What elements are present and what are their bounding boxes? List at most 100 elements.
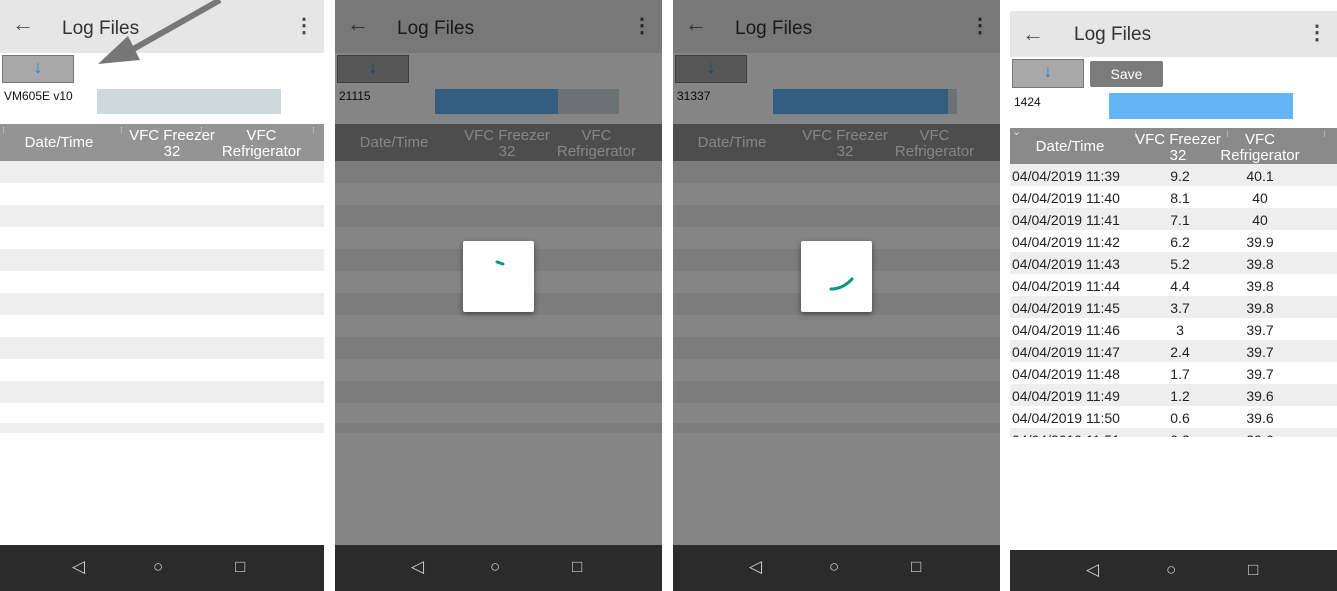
cell-refrigerator: 39.6 [1246, 410, 1274, 426]
overflow-menu-icon[interactable]: ⋮ [1307, 23, 1327, 43]
device-label: 1424 [1014, 95, 1041, 109]
empty-row [0, 337, 324, 359]
empty-row [0, 249, 324, 271]
column-header-refrigerator[interactable]: VFC Refrigerator [1210, 132, 1310, 164]
phone-screen-4: ← Log Files ⋮ ↓ Save 1424 ⌄ Date/Time ⁝ … [1010, 11, 1337, 591]
download-arrow-icon: ↓ [1043, 61, 1053, 81]
phone-screen-1: ← Log Files ⋮ ↓ VM605E v10 ⁝ Date/Time ⁝… [0, 0, 324, 591]
table-row[interactable]: 04/04/2019 11:43 5.2 39.8 [1010, 252, 1337, 274]
cell-refrigerator: 40 [1252, 212, 1268, 228]
table-row[interactable]: 04/04/2019 11:49 1.2 39.6 [1010, 384, 1337, 406]
empty-row [0, 423, 324, 433]
back-arrow-icon[interactable]: ← [1022, 22, 1044, 46]
system-nav-bar: ◁ ○ □ [335, 545, 662, 591]
table-row[interactable]: 04/04/2019 11:40 8.1 40 [1010, 186, 1337, 208]
table-header: ⁝ Date/Time ⁝ VFC Freezer 32 ⁝ VFC Refrige… [0, 124, 324, 161]
table-row[interactable]: 04/04/2019 11:50 0.6 39.6 [1010, 406, 1337, 428]
overflow-menu-icon[interactable]: ⋮ [294, 16, 314, 36]
nav-recents-icon[interactable]: □ [911, 557, 921, 577]
system-nav-bar: ◁ ○ □ [673, 545, 1000, 591]
back-arrow-icon[interactable]: ← [12, 12, 34, 36]
download-progress-bar [1109, 93, 1293, 119]
column-header-datetime[interactable]: Date/Time [0, 135, 118, 151]
cell-datetime: 04/04/2019 11:40 [1012, 190, 1120, 206]
cell-datetime: 04/04/2019 11:42 [1012, 234, 1120, 250]
table-row[interactable]: 04/04/2019 11:47 2.4 39.7 [1010, 340, 1337, 362]
nav-recents-icon[interactable]: □ [235, 557, 245, 577]
nav-back-icon[interactable]: ◁ [1086, 560, 1099, 580]
column-header-refrigerator-line2: Refrigerator [1220, 147, 1300, 164]
table-row[interactable]: 04/04/2019 11:44 4.4 39.8 [1010, 274, 1337, 296]
app-bar: ← Log Files ⋮ [0, 0, 324, 53]
loading-dialog [463, 241, 534, 312]
cell-datetime: 04/04/2019 11:44 [1012, 278, 1120, 294]
table-row[interactable]: 04/04/2019 11:41 7.1 40 [1010, 208, 1337, 230]
sort-descending-icon[interactable]: ⌄ [1012, 125, 1021, 138]
column-header-freezer-line2: 32 [1169, 147, 1187, 164]
cell-refrigerator: 39.7 [1246, 322, 1274, 338]
download-arrow-icon: ↓ [33, 57, 43, 77]
cell-datetime: 04/04/2019 11:46 [1012, 322, 1120, 338]
table-row[interactable]: 04/04/2019 11:510.239.6 [1010, 428, 1337, 437]
cell-refrigerator: 39.7 [1246, 344, 1274, 360]
cell-refrigerator: 40 [1252, 190, 1268, 206]
column-header-freezer-line2: 32 [163, 143, 181, 160]
nav-home-icon[interactable]: ○ [1166, 560, 1176, 580]
sort-icon[interactable]: ⁝ [1323, 129, 1326, 140]
cell-datetime: 04/04/2019 11:49 [1012, 388, 1120, 404]
cell-datetime: 04/04/2019 11:48 [1012, 366, 1120, 382]
page-title: Log Files [1074, 24, 1152, 45]
app-bar: ← Log Files ⋮ [1010, 11, 1337, 57]
cell-datetime: 04/04/2019 11:41 [1012, 212, 1120, 228]
sort-icon[interactable]: ⁝ [312, 125, 315, 136]
table-row[interactable]: 04/04/2019 11:45 3.7 39.8 [1010, 296, 1337, 318]
cell-refrigerator: 39.8 [1246, 256, 1274, 272]
cell-datetime: 04/04/2019 11:50 [1012, 410, 1120, 426]
download-button[interactable]: ↓ [2, 55, 74, 83]
table-row[interactable]: 04/04/2019 11:48 1.7 39.7 [1010, 362, 1337, 384]
table-row[interactable]: 04/04/2019 11:46 3 39.7 [1010, 318, 1337, 340]
nav-back-icon[interactable]: ◁ [749, 557, 762, 577]
data-table-body: 04/04/2019 11:39 9.2 40.1 04/04/2019 11:40 8… [1010, 164, 1337, 437]
cell-datetime: 04/04/2019 11:45 [1012, 300, 1120, 316]
column-header-refrigerator[interactable]: VFC Refrigerator [203, 128, 320, 160]
loading-dialog [801, 241, 872, 312]
empty-row [0, 293, 324, 315]
download-progress-bar [97, 89, 281, 114]
nav-back-icon[interactable]: ◁ [411, 557, 424, 577]
cell-datetime: 04/04/2019 11:47 [1012, 344, 1120, 360]
cell-datetime: 04/04/2019 11:51 [1012, 432, 1120, 437]
cell-refrigerator: 39.8 [1246, 278, 1274, 294]
cell-refrigerator: 39.7 [1246, 366, 1274, 382]
nav-back-icon[interactable]: ◁ [72, 557, 85, 577]
download-button[interactable]: ↓ [1012, 59, 1084, 88]
loading-spinner-icon [495, 260, 505, 266]
column-header-datetime[interactable]: Date/Time [1010, 139, 1130, 155]
table-row[interactable]: 04/04/2019 11:39 9.2 40.1 [1010, 164, 1337, 186]
nav-home-icon[interactable]: ○ [153, 557, 163, 577]
cell-refrigerator: 39.6 [1246, 388, 1274, 404]
table-row[interactable]: 04/04/2019 11:42 6.2 39.9 [1010, 230, 1337, 252]
system-nav-bar: ◁ ○ □ [1010, 550, 1337, 591]
cell-datetime: 04/04/2019 11:43 [1012, 256, 1120, 272]
cell-refrigerator: 39.8 [1246, 300, 1274, 316]
empty-row [0, 161, 324, 183]
cell-refrigerator: 40.1 [1246, 168, 1274, 184]
loading-spinner-icon [829, 277, 854, 291]
nav-home-icon[interactable]: ○ [490, 557, 500, 577]
save-button[interactable]: Save [1090, 61, 1163, 87]
device-label: VM605E v10 [4, 89, 73, 103]
cell-refrigerator: 39.6 [1210, 432, 1310, 437]
column-header-refrigerator-line1: VFC [246, 127, 277, 144]
system-nav-bar: ◁ ○ □ [0, 545, 324, 591]
table-header: ⌄ Date/Time ⁝ VFC Freezer 32 ⁝ VFC Refrige… [1010, 125, 1337, 164]
nav-recents-icon[interactable]: □ [572, 557, 582, 577]
column-header-freezer-line1: VFC Freezer [1135, 131, 1221, 148]
empty-row [0, 381, 324, 403]
cell-datetime: 04/04/2019 11:39 [1012, 168, 1120, 184]
nav-recents-icon[interactable]: □ [1248, 560, 1258, 580]
nav-home-icon[interactable]: ○ [829, 557, 839, 577]
phone-screen-2: ← Log Files ⋮ ↓ 21115 Date/Time VFC Free… [335, 0, 662, 591]
column-header-refrigerator-line2: Refrigerator [221, 143, 302, 160]
phone-screen-3: ← Log Files ⋮ ↓ 31337 Date/Time VFC Free… [673, 0, 1000, 591]
